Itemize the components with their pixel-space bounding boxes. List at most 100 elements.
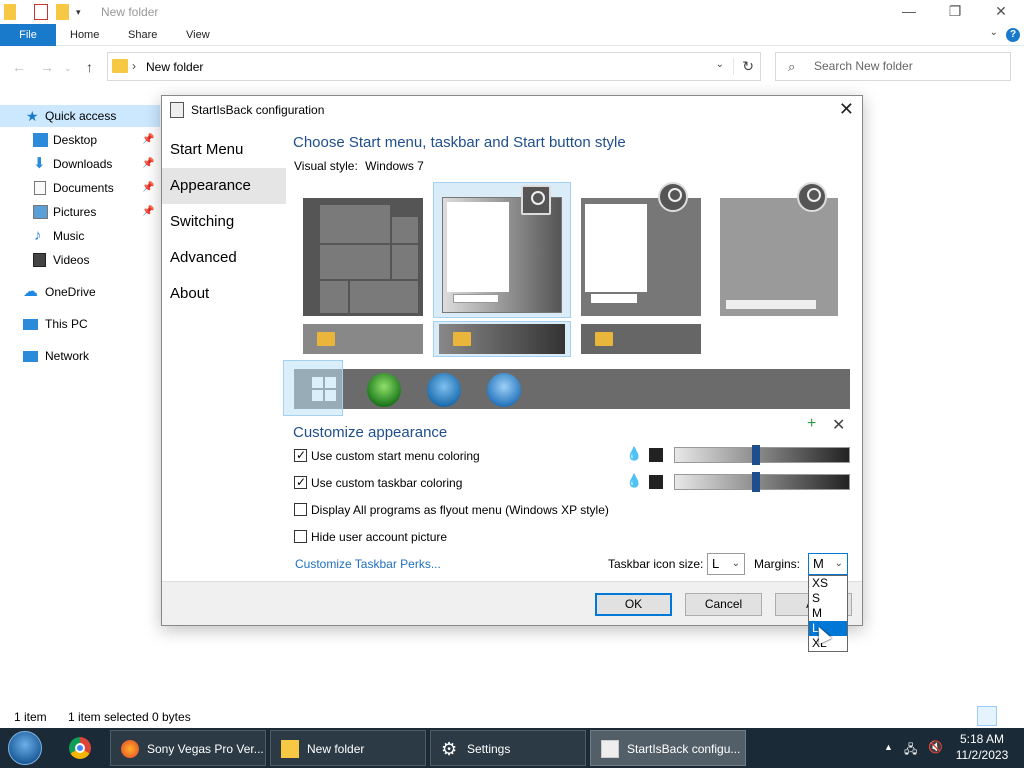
start-menu-style-win7[interactable]	[433, 182, 571, 318]
video-icon	[33, 253, 46, 267]
tab-share[interactable]: Share	[115, 24, 170, 46]
start-menu-style-win8[interactable]	[581, 198, 701, 316]
checkbox[interactable]	[294, 503, 307, 516]
nav-item-desktop[interactable]: Desktop 📌	[0, 129, 160, 151]
transparency-icon: 💧	[626, 446, 643, 461]
tile	[319, 204, 391, 244]
details-view-icon[interactable]	[977, 706, 997, 726]
start-button[interactable]	[8, 731, 42, 765]
windows7-orb-icon[interactable]	[427, 373, 461, 407]
cancel-button[interactable]: Cancel	[685, 593, 762, 616]
ok-button[interactable]: OK	[595, 593, 672, 616]
taskbar-style-1[interactable]	[303, 324, 423, 354]
avatar	[658, 182, 688, 212]
music-icon: ♪	[34, 227, 42, 244]
nav-item-quick-access[interactable]: ★ Quick access	[0, 105, 160, 127]
network-status-icon[interactable]: 🖧	[904, 740, 917, 761]
sidebar-item-switching[interactable]: Switching	[162, 204, 286, 240]
nav-label: Desktop	[53, 133, 98, 147]
address-bar[interactable]: › New folder ⌄ ↻	[107, 52, 761, 81]
tab-view[interactable]: View	[173, 24, 223, 46]
up-icon[interactable]: ↑	[86, 59, 93, 75]
cloud-icon: ☁	[23, 283, 38, 300]
option-xs[interactable]: XS	[809, 576, 847, 591]
remove-icon[interactable]: ✕	[832, 415, 845, 435]
sidebar-item-appearance[interactable]: Appearance	[162, 168, 286, 204]
firefox-icon	[121, 740, 139, 758]
task-label: Sony Vegas Pro Ver...	[147, 742, 264, 756]
menu-search-box	[591, 294, 637, 303]
taskbar-style-2[interactable]	[433, 321, 571, 357]
tile	[319, 280, 349, 314]
task-new-folder[interactable]: New folder	[270, 730, 426, 766]
customize-taskbar-perks-link[interactable]: Customize Taskbar Perks...	[295, 557, 441, 571]
nav-item-network[interactable]: Network	[0, 345, 160, 367]
refresh-icon[interactable]: ↻	[733, 58, 754, 75]
nav-label: Downloads	[53, 157, 113, 171]
chevron-down-icon[interactable]: ⌄	[716, 59, 724, 70]
option-m[interactable]: M	[809, 606, 847, 621]
show-hidden-icons-icon[interactable]: ▲	[884, 742, 893, 752]
sidebar-item-advanced[interactable]: Advanced	[162, 240, 286, 276]
sidebar-item-about[interactable]: About	[162, 276, 286, 312]
maximize-button[interactable]: ❐	[932, 0, 978, 24]
menu-search-box	[726, 300, 816, 309]
clock-date: 11/2/2023	[955, 748, 1009, 762]
new-folder-icon[interactable]	[56, 4, 69, 20]
customize-qa-icon[interactable]: ▾	[76, 4, 86, 20]
nav-item-documents[interactable]: Documents 📌	[0, 177, 160, 199]
checkbox[interactable]	[294, 474, 307, 490]
start-menu-color-slider[interactable]	[674, 445, 850, 465]
taskbar-icon-size-label: Taskbar icon size:	[608, 557, 704, 571]
tab-home[interactable]: Home	[57, 24, 112, 46]
start-menu-style-win10-plain[interactable]	[720, 198, 838, 316]
tile	[391, 216, 419, 244]
start-menu-color-swatch[interactable]	[649, 448, 663, 462]
chrome-icon[interactable]	[66, 728, 96, 768]
close-icon[interactable]: ✕	[839, 99, 854, 120]
task-sony-vegas[interactable]: Sony Vegas Pro Ver...	[110, 730, 266, 766]
chevron-down-icon[interactable]: ⌄	[990, 27, 998, 38]
clock[interactable]: 5:18 AM 11/2/2023	[948, 731, 1016, 763]
taskbar-style-3[interactable]	[581, 324, 701, 354]
add-icon[interactable]: +	[807, 415, 816, 433]
properties-icon[interactable]	[34, 4, 48, 20]
taskbar-preview	[439, 324, 565, 354]
minimize-button[interactable]: —	[886, 0, 932, 24]
nav-item-music[interactable]: ♪ Music	[0, 225, 160, 247]
checkbox[interactable]	[294, 447, 307, 463]
task-settings[interactable]: ⚙ Settings	[430, 730, 586, 766]
forward-icon[interactable]: →	[40, 59, 54, 75]
nav-item-pictures[interactable]: Pictures 📌	[0, 201, 160, 223]
margins-select[interactable]: M ⌄	[808, 553, 848, 575]
taskbar-color-slider[interactable]	[674, 472, 850, 492]
clock-time: 5:18 AM	[959, 732, 1005, 746]
option-s[interactable]: S	[809, 591, 847, 606]
nav-item-onedrive[interactable]: ☁ OneDrive	[0, 281, 160, 303]
tab-file[interactable]: File	[0, 24, 56, 46]
recent-locations-icon[interactable]: ⌄	[64, 63, 72, 74]
task-startisback[interactable]: StartIsBack configu...	[590, 730, 746, 766]
windows-orb-icon[interactable]	[487, 373, 521, 407]
start-menu-style-win10[interactable]	[303, 198, 423, 316]
help-icon[interactable]: ?	[1006, 28, 1020, 42]
folder-icon	[595, 332, 613, 346]
nav-item-this-pc[interactable]: This PC	[0, 313, 160, 335]
slider-thumb[interactable]	[752, 445, 760, 465]
search-box[interactable]: ⌕	[775, 52, 1011, 81]
back-icon[interactable]: ←	[12, 59, 26, 75]
close-button[interactable]: ✕	[978, 0, 1024, 24]
slider-thumb[interactable]	[752, 472, 760, 492]
large-icons-view-icon[interactable]	[999, 706, 1019, 726]
volume-muted-icon[interactable]: 🔇	[928, 740, 943, 754]
breadcrumb[interactable]: New folder	[146, 60, 203, 74]
sidebar-item-start-menu[interactable]: Start Menu	[162, 132, 286, 168]
checkbox[interactable]	[294, 530, 307, 543]
network-icon	[23, 351, 38, 362]
clover-orb-icon[interactable]	[367, 373, 401, 407]
nav-item-downloads[interactable]: ⬇ Downloads 📌	[0, 153, 160, 175]
nav-item-videos[interactable]: Videos	[0, 249, 160, 271]
taskbar-color-swatch[interactable]	[649, 475, 663, 489]
search-input[interactable]	[814, 59, 994, 73]
taskbar-icon-size-select[interactable]: L ⌄	[707, 553, 745, 575]
